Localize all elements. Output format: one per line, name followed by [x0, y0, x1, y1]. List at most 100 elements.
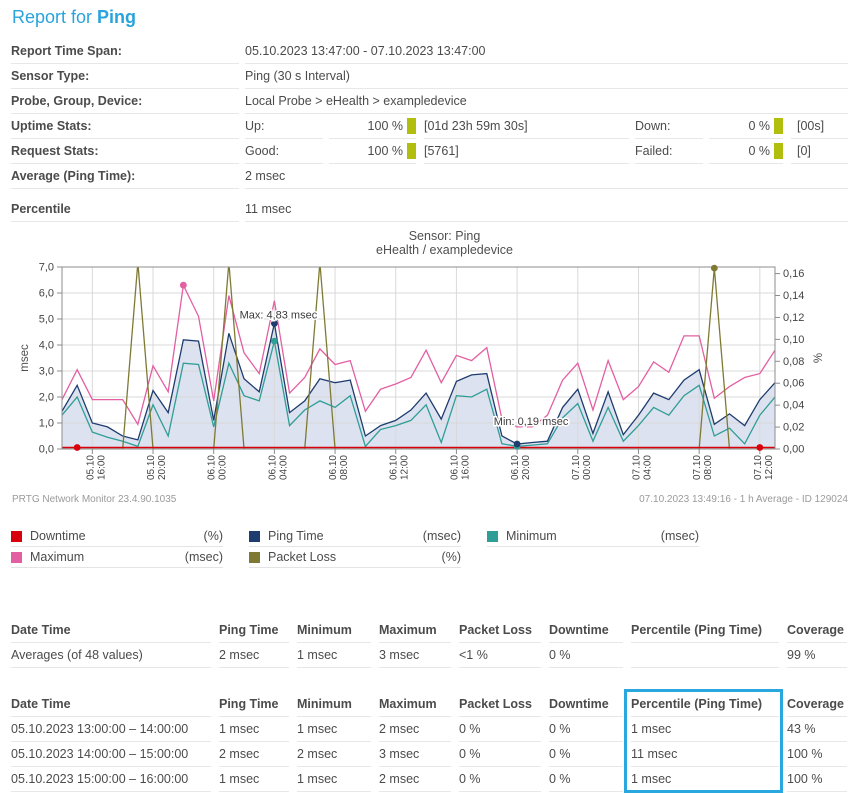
x-axis-date-label: 06.10 — [449, 455, 460, 480]
average-ping-time-row: Average (Ping Time): 2 msec — [11, 164, 848, 189]
page-title-prefix: Report for — [12, 7, 97, 27]
right-axis-tick-label: 0,16 — [783, 268, 804, 280]
x-axis-date-label: 06.10 — [510, 455, 521, 480]
table-cell — [631, 643, 779, 668]
right-axis-tick-label: 0,02 — [783, 422, 804, 434]
failed-bar-indicator — [774, 143, 783, 159]
failed-percent: 0 % — [709, 139, 774, 163]
right-axis-tick-label: 0,14 — [783, 290, 804, 302]
up-value: 100 % — [329, 114, 416, 139]
down-bar-indicator — [774, 118, 783, 134]
table-cell: 100 % — [787, 767, 847, 792]
down-duration: [00s] — [791, 114, 848, 139]
table-cell: 11 msec — [631, 742, 779, 767]
table-cell: 05.10.2023 14:00:00 – 15:00:00 — [11, 742, 211, 767]
table-cell: 1 msec — [219, 717, 289, 742]
column-header: Ping Time — [219, 618, 289, 643]
table-row: 05.10.2023 14:00:00 – 15:00:00 2 msec 2 ms… — [11, 742, 848, 767]
probe-group-device-row: Probe, Group, Device: Local Probe > eHea… — [11, 89, 848, 114]
data-point-marker — [74, 444, 81, 451]
failed-label: Failed: — [635, 139, 703, 164]
row-label: Request Stats: — [11, 139, 239, 164]
good-value: 100 % — [329, 139, 416, 164]
table-cell: 0 % — [549, 643, 623, 668]
legend-row: Maximum(msec)Packet Loss(%) — [11, 547, 848, 568]
legend-unit: (msec) — [423, 529, 461, 543]
legend-item: Packet Loss(%) — [249, 547, 461, 568]
column-header: Minimum — [297, 618, 371, 643]
sensor-type-row: Sensor Type: Ping (30 s Interval) — [11, 64, 848, 89]
page-title-sensor: Ping — [97, 7, 136, 27]
good-count: [5761] — [424, 139, 629, 164]
row-label: Report Time Span: — [11, 39, 239, 64]
table-row: Averages (of 48 values)2 msec1 msec3 mse… — [11, 643, 848, 668]
column-header: Downtime — [549, 618, 623, 643]
column-header: Date Time — [11, 692, 211, 717]
report-summary-table: Report Time Span: 05.10.2023 13:47:00 - … — [11, 39, 848, 222]
x-axis-time-label: 12:00 — [764, 455, 775, 480]
down-label: Down: — [635, 114, 703, 139]
legend-item: Downtime(%) — [11, 526, 223, 547]
data-point-marker — [756, 444, 763, 451]
left-axis-tick-label: 7,0 — [39, 262, 54, 274]
legend-unit: (%) — [204, 529, 223, 543]
x-axis-date-label: 06.10 — [207, 455, 218, 480]
good-percent: 100 % — [329, 139, 407, 163]
down-value: 0 % — [709, 114, 783, 139]
table-cell: 1 msec — [631, 717, 779, 742]
chart-subtitle: eHealth / exampledevice — [41, 243, 848, 257]
right-axis-unit-label: % — [813, 353, 825, 363]
row-value: 05.10.2023 13:47:00 - 07.10.2023 13:47:0… — [245, 39, 848, 64]
x-axis-date-label: 07.10 — [692, 455, 703, 480]
column-header: Packet Loss — [459, 692, 541, 717]
column-header: Maximum — [379, 618, 451, 643]
column-header: Packet Loss — [459, 618, 541, 643]
right-axis-tick-label: 0,12 — [783, 312, 804, 324]
max-annotation: Max: 4,83 msec — [240, 309, 318, 321]
row-value: Local Probe > eHealth > exampledevice — [245, 89, 848, 114]
chart-title-block: Sensor: Ping eHealth / exampledevice — [11, 229, 848, 257]
left-axis-tick-label: 4,0 — [39, 340, 54, 352]
row-value: Ping (30 s Interval) — [245, 64, 848, 89]
up-label: Up: — [245, 114, 323, 139]
right-axis-tick-label: 0,00 — [783, 444, 804, 456]
table-cell: 1 msec — [297, 643, 371, 668]
data-point-marker — [271, 338, 278, 345]
x-axis-time-label: 20:00 — [157, 455, 168, 480]
averages-table: Date TimePing TimeMinimumMaximumPacket L… — [11, 618, 848, 668]
row-label: Probe, Group, Device: — [11, 89, 239, 114]
good-label: Good: — [245, 139, 323, 164]
legend-label: Minimum — [506, 529, 661, 543]
legend-unit: (msec) — [185, 550, 223, 564]
left-axis-tick-label: 0,0 — [39, 444, 54, 456]
ping-chart: Max: 4,83 msecMin: 0,19 msec0,01,02,03,0… — [0, 257, 859, 507]
table-cell: 43 % — [787, 717, 847, 742]
table-cell: 2 msec — [219, 742, 289, 767]
left-axis-tick-label: 5,0 — [39, 314, 54, 326]
legend-unit: (msec) — [661, 529, 699, 543]
page-title: Report for Ping — [11, 0, 848, 36]
table-cell: 0 % — [459, 742, 541, 767]
table-cell: 2 msec — [297, 742, 371, 767]
x-axis-time-label: 04:00 — [278, 455, 289, 480]
x-axis-time-label: 00:00 — [218, 455, 229, 480]
x-axis-time-label: 04:00 — [642, 455, 653, 480]
x-axis-time-label: 20:00 — [521, 455, 532, 480]
chart-footer-timestamp: 07.10.2023 13:49:16 - 1 h Average - ID 1… — [639, 494, 848, 505]
legend-label: Downtime — [30, 529, 204, 543]
table-cell: 05.10.2023 13:00:00 – 14:00:00 — [11, 717, 211, 742]
data-point-marker — [180, 282, 187, 289]
legend-swatch — [249, 531, 260, 542]
legend-unit: (%) — [442, 550, 461, 564]
legend-label: Ping Time — [268, 529, 423, 543]
table-cell: 0 % — [459, 767, 541, 792]
table-row: 05.10.2023 13:00:00 – 14:00:00 1 msec 1 ms… — [11, 717, 848, 742]
column-header: Percentile (Ping Time) — [631, 618, 779, 643]
table-cell: 3 msec — [379, 643, 451, 668]
legend-item: Minimum(msec) — [487, 526, 699, 547]
left-axis-tick-label: 2,0 — [39, 392, 54, 404]
table-cell: 0 % — [549, 717, 623, 742]
percentile-row: Percentile 11 msec — [11, 197, 848, 222]
x-axis-date-label: 06.10 — [389, 455, 400, 480]
row-label: Average (Ping Time): — [11, 164, 239, 189]
